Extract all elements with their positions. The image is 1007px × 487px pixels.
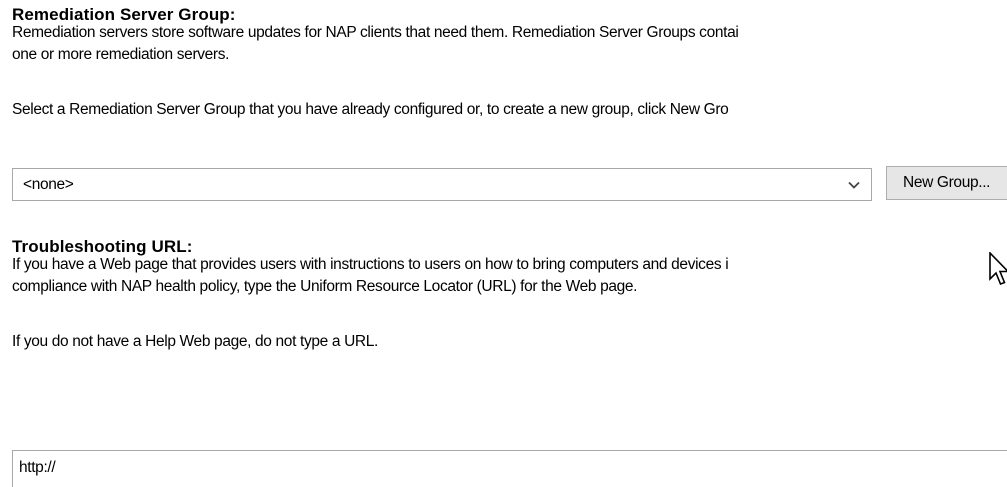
troubleshooting-description-line2: compliance with NAP health policy, type … bbox=[12, 278, 638, 295]
troubleshooting-note: If you do not have a Help Web page, do n… bbox=[12, 333, 378, 350]
chevron-down-icon[interactable] bbox=[847, 178, 861, 192]
mouse-pointer-icon bbox=[989, 252, 1007, 286]
troubleshooting-url-input[interactable]: http:// bbox=[12, 450, 1007, 487]
new-group-button[interactable]: New Group... bbox=[886, 166, 1007, 200]
troubleshooting-description-line1: If you have a Web page that provides use… bbox=[12, 256, 729, 273]
remediation-description-line2: one or more remediation servers. bbox=[12, 46, 230, 63]
troubleshooting-url-value: http:// bbox=[19, 459, 56, 476]
remediation-description-line1: Remediation servers store software updat… bbox=[12, 24, 739, 41]
remediation-server-group-select-value: <none> bbox=[23, 176, 74, 193]
remediation-server-group-select[interactable]: <none> bbox=[12, 168, 872, 201]
remediation-instruction: Select a Remediation Server Group that y… bbox=[12, 101, 729, 118]
